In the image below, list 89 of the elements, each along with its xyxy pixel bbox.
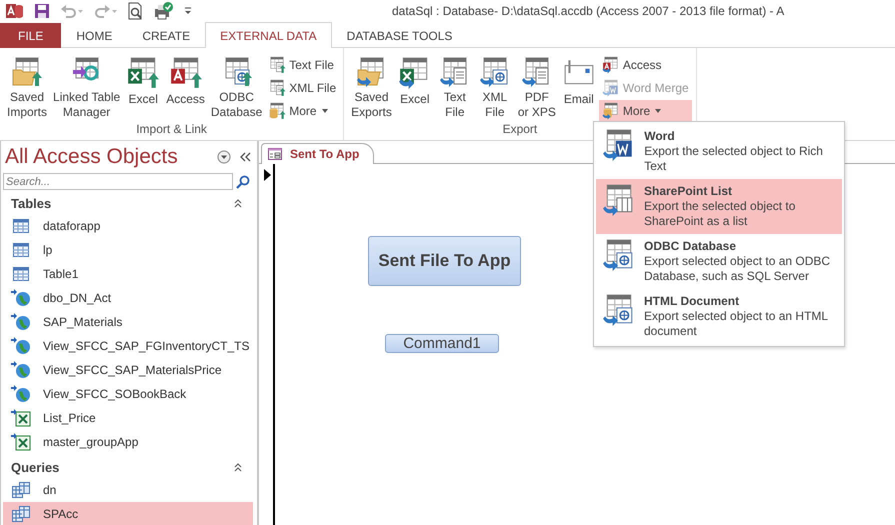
ribbon-button[interactable]: PDF or XPS xyxy=(514,54,559,122)
navigation-item[interactable]: View_SFCC_SOBookBack xyxy=(3,382,253,406)
search-icon[interactable] xyxy=(236,174,250,188)
menu-item[interactable]: ODBC Database Export selected object to an ODBC Database, such as SQL Server xyxy=(596,234,842,289)
menu-item-description: Export selected object to an HTML document xyxy=(644,309,829,339)
navigation-item[interactable]: lp xyxy=(3,238,253,262)
ribbon-tab[interactable]: HOME xyxy=(61,23,128,48)
ribbon-button[interactable]: XML File xyxy=(474,54,515,122)
menu-item-title: SharePoint List xyxy=(644,183,734,199)
menu-item[interactable]: HTML Document Export selected object to an HTML document xyxy=(596,289,842,344)
navigation-item[interactable]: dataforapp xyxy=(3,214,253,238)
window-title: dataSql : Database- D:\dataSql.accdb (Access 2007 - 2013 file format) - A xyxy=(392,4,784,18)
menu-item-description: Export the selected object to SharePoint as a list xyxy=(644,199,796,229)
ribbon-button[interactable]: Excel xyxy=(123,54,164,122)
collapse-up-icon[interactable] xyxy=(233,198,243,208)
table-icon xyxy=(13,219,29,233)
navigation-item[interactable]: List_Price xyxy=(3,406,253,430)
navigation-item[interactable]: dn xyxy=(3,478,253,502)
ribbon-tab[interactable]: CREATE xyxy=(127,23,206,48)
menu-item-title: HTML Document xyxy=(644,293,740,309)
access-icon xyxy=(168,56,203,90)
ribbon-tab[interactable]: DATABASE TOOLS xyxy=(332,23,468,48)
word-icon xyxy=(602,79,620,97)
navigation-item[interactable]: SPAcc xyxy=(3,502,253,525)
group-label: Import & Link xyxy=(136,122,207,136)
command-button[interactable]: Sent File To App xyxy=(368,236,521,286)
command-button[interactable]: Command1 xyxy=(385,334,499,353)
ribbon-button[interactable]: Excel xyxy=(394,54,435,122)
database-icon xyxy=(268,102,286,120)
ribbon-button[interactable]: Saved Imports xyxy=(4,54,50,122)
linked-excel-icon xyxy=(11,409,31,427)
caret-icon xyxy=(655,109,662,113)
navigation-item[interactable]: SAP_Materials xyxy=(3,310,253,334)
linked-excel-icon xyxy=(11,433,31,451)
access-icon xyxy=(602,56,620,74)
ribbon-button[interactable]: Access xyxy=(598,54,692,76)
ribbon-button[interactable]: More xyxy=(598,100,692,122)
ribbon-button[interactable]: Linked Table Manager xyxy=(50,54,124,122)
file-tab[interactable]: FILE xyxy=(0,23,62,48)
caret-icon xyxy=(322,109,328,113)
linked-globe-icon xyxy=(11,289,31,307)
navigation-item[interactable]: View_SFCC_SAP_MaterialsPrice xyxy=(3,358,253,382)
ribbon-button[interactable]: Text File xyxy=(265,54,340,76)
printer-check-icon[interactable] xyxy=(154,2,174,20)
ribbon-button[interactable]: ODBC Database xyxy=(208,54,266,122)
menu-item-title: ODBC Database xyxy=(644,238,738,254)
group-label: Export xyxy=(502,122,538,136)
ribbon-button[interactable]: More xyxy=(265,100,340,122)
excel-icon xyxy=(126,56,160,90)
linked-globe-icon xyxy=(11,337,31,355)
query-icon xyxy=(12,482,30,498)
ribbon-button[interactable]: Email xyxy=(558,54,599,122)
table-icon xyxy=(13,243,29,257)
ribbon-button[interactable]: Access xyxy=(163,54,208,122)
pane-title: All Access Objects xyxy=(4,145,179,169)
menu-item-description: Export the selected object to Rich Text xyxy=(644,144,824,174)
linked-globe-icon xyxy=(11,385,31,403)
dropdown-icon[interactable] xyxy=(217,150,231,164)
table-icon xyxy=(13,267,29,281)
navigation-item[interactable]: master_groupApp xyxy=(3,430,253,454)
navigation-item[interactable]: Table1 xyxy=(3,262,253,286)
ribbon-button[interactable]: XML File xyxy=(265,77,340,99)
query-icon xyxy=(12,506,30,522)
linked-globe-icon xyxy=(11,313,31,331)
document-icon xyxy=(268,56,286,74)
collapse-up-icon[interactable] xyxy=(233,462,243,472)
ribbon-tab[interactable]: EXTERNAL DATA xyxy=(205,22,332,48)
group-header: Tables xyxy=(11,196,52,210)
customize-menu-icon[interactable] xyxy=(184,7,192,15)
search-field[interactable]: Search... xyxy=(3,173,233,190)
menu-item-title: Word xyxy=(644,128,676,144)
folder-table-icon xyxy=(10,56,44,88)
group-header: Queries xyxy=(11,460,60,474)
print-preview-icon[interactable] xyxy=(128,2,144,20)
menu-item[interactable]: Word Export the selected object to Rich Text xyxy=(596,124,842,179)
access-logo-icon[interactable] xyxy=(6,3,24,19)
ribbon-button[interactable]: Saved Exports xyxy=(348,54,395,122)
menu-item-description: Export selected object to an ODBC Database, such as SQL Server xyxy=(644,254,832,284)
navigation-item[interactable]: dbo_DN_Act xyxy=(3,286,253,310)
navigation-item[interactable]: View_SFCC_SAP_FGInventoryCT_TS xyxy=(3,334,253,358)
save-icon[interactable] xyxy=(34,3,50,19)
menu-item[interactable]: SharePoint List Export the selected object to SharePoint as a list xyxy=(596,179,842,234)
document-tab[interactable]: Sent To App xyxy=(261,143,374,164)
linked-globe-icon xyxy=(11,361,31,379)
form-icon xyxy=(268,148,282,160)
document-icon xyxy=(268,79,286,97)
collapse-icon[interactable] xyxy=(239,152,251,162)
ribbon-button[interactable]: Text File xyxy=(434,54,475,122)
record-selector-icon xyxy=(264,169,272,181)
